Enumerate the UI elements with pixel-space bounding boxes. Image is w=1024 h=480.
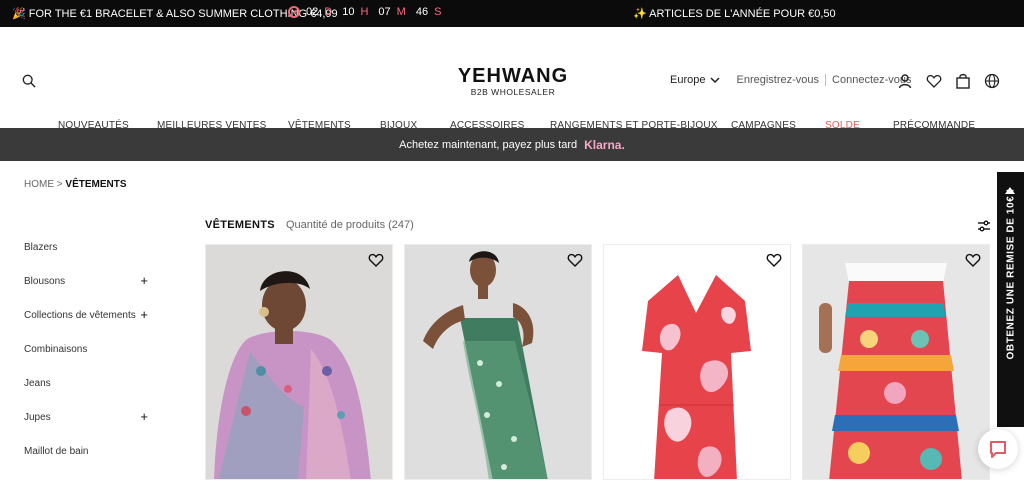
top-promo-bar: 🎉 FOR THE €1 BRACELET & ALSO SUMMER CLOT… xyxy=(0,0,1024,27)
countdown-minutes-unit: M xyxy=(396,6,406,18)
product-card[interactable] xyxy=(205,244,393,480)
product-image xyxy=(604,245,790,479)
sidebar-item-label: Jupes xyxy=(24,412,51,423)
chat-icon xyxy=(990,441,1006,458)
register-link[interactable]: Enregistrez-vous xyxy=(736,74,819,86)
sidebar-item-label: Collections de vêtements xyxy=(24,310,136,321)
filter-icon[interactable] xyxy=(977,219,991,233)
wishlist-heart-icon[interactable] xyxy=(567,252,583,268)
breadcrumb-home[interactable]: HOME xyxy=(24,179,54,190)
klarna-text: Achetez maintenant, payez plus tard xyxy=(399,138,578,151)
results-header: VÊTEMENTS Quantité de produits (247) xyxy=(205,219,414,231)
link-divider xyxy=(825,74,827,86)
sidebar-item-label: Jeans xyxy=(24,378,51,389)
breadcrumb-current: VÊTEMENTS xyxy=(65,179,127,190)
countdown-seconds: 46 xyxy=(415,6,429,18)
wishlist-heart-icon[interactable] xyxy=(766,252,782,268)
countdown-hours-unit: H xyxy=(360,6,369,18)
brand-name: YEHWANG xyxy=(457,65,569,87)
category-sidebar: Blazers Blousons + Collections de vêtemen… xyxy=(24,242,154,480)
sidebar-item-label: Combinaisons xyxy=(24,344,88,355)
header-account-links: Europe Enregistrez-vous Connectez-vous xyxy=(670,74,912,86)
bag-icon[interactable] xyxy=(955,73,971,89)
discount-tab-text: OBTENEZ UNE REMISE DE 10€ ! xyxy=(1005,188,1017,360)
sidebar-item-jupes[interactable]: Jupes + xyxy=(24,410,154,446)
header-icons xyxy=(897,73,1000,89)
expand-plus-icon[interactable]: + xyxy=(140,410,148,423)
sidebar-item-maillot[interactable]: Maillot de bain xyxy=(24,446,154,480)
brand-subtitle: B2B WHOLESALER xyxy=(470,87,556,97)
sidebar-item-label: Maillot de bain xyxy=(24,446,89,457)
wishlist-heart-icon[interactable] xyxy=(368,252,384,268)
product-card[interactable] xyxy=(404,244,592,480)
region-selector[interactable]: Europe xyxy=(670,74,721,86)
breadcrumb-separator: > xyxy=(56,179,63,190)
site-header: YEHWANG B2B WHOLESALER Europe Enregistre… xyxy=(0,27,1024,131)
breadcrumb: HOME > VÊTEMENTS xyxy=(24,179,127,190)
product-card[interactable] xyxy=(802,244,990,480)
product-card[interactable] xyxy=(603,244,791,480)
countdown-days: 02 xyxy=(306,6,319,18)
region-label: Europe xyxy=(670,74,706,86)
globe-icon[interactable] xyxy=(984,73,1000,89)
user-icon[interactable] xyxy=(897,73,913,89)
countdown-minutes: 07 xyxy=(378,6,391,18)
sidebar-item-combinaisons[interactable]: Combinaisons xyxy=(24,344,154,378)
klarna-banner[interactable]: Achetez maintenant, payez plus tard Klar… xyxy=(0,128,1024,161)
search-icon[interactable] xyxy=(22,74,36,88)
clock-icon xyxy=(288,6,300,18)
chevron-down-icon xyxy=(710,77,721,83)
results-count: Quantité de produits (247) xyxy=(286,219,414,231)
heart-icon[interactable] xyxy=(926,73,942,89)
expand-plus-icon[interactable]: + xyxy=(140,308,148,321)
product-image xyxy=(206,245,392,479)
sidebar-item-label: Blazers xyxy=(24,242,58,253)
chat-button[interactable] xyxy=(978,429,1018,469)
sidebar-item-label: Blousons xyxy=(24,276,66,287)
sidebar-item-collections[interactable]: Collections de vêtements + xyxy=(24,308,154,344)
product-grid xyxy=(205,244,995,480)
countdown-hours: 10 xyxy=(342,6,355,18)
sidebar-item-blazers[interactable]: Blazers xyxy=(24,242,154,276)
site-logo[interactable]: YEHWANG B2B WHOLESALER xyxy=(452,65,574,97)
countdown-timer: 02 D 10 H 07 M 46 S xyxy=(288,6,445,18)
sidebar-item-blousons[interactable]: Blousons + xyxy=(24,274,154,310)
wishlist-heart-icon[interactable] xyxy=(965,252,981,268)
discount-side-tab[interactable]: OBTENEZ UNE REMISE DE 10€ ! xyxy=(997,172,1024,427)
articles-promo[interactable]: ✨ ARTICLES DE L'ANNÉE POUR €0,50 xyxy=(633,7,836,20)
product-image xyxy=(405,245,591,479)
countdown-seconds-unit: S xyxy=(434,6,442,18)
expand-plus-icon[interactable]: + xyxy=(140,274,148,287)
countdown-days-unit: D xyxy=(324,6,333,18)
klarna-logo: Klarna. xyxy=(584,137,625,152)
sidebar-item-jeans[interactable]: Jeans xyxy=(24,378,154,412)
product-image xyxy=(803,245,989,479)
results-title: VÊTEMENTS xyxy=(205,219,275,231)
